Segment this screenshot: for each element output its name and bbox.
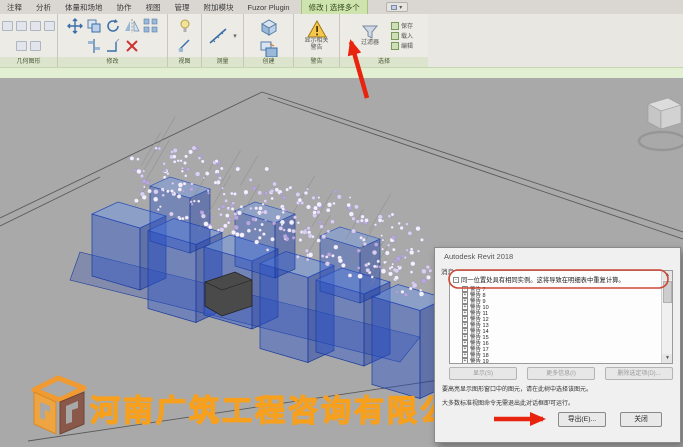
ribbon-tab[interactable]: 注释 — [0, 0, 29, 15]
dialog-title: Autodesk Revit 2018 — [435, 248, 680, 263]
selection-set-icon — [391, 22, 399, 30]
trim-icon[interactable] — [105, 38, 121, 54]
selection-set-button[interactable]: 编辑 — [391, 41, 413, 50]
viewcube[interactable] — [639, 98, 683, 150]
close-button[interactable]: 关闭 — [620, 412, 662, 427]
panel-label: 修改 — [58, 57, 167, 67]
move-icon[interactable] — [67, 18, 83, 34]
panel-label: 选择 — [340, 57, 428, 67]
panel-measure: ▾ 测量 — [202, 14, 244, 67]
geometry-tool-icon[interactable] — [2, 21, 13, 31]
selection-set-icon — [391, 42, 399, 50]
warning-button-label2: 警告 — [310, 45, 322, 52]
tree-scrollbar[interactable]: ▲ ▼ — [661, 271, 672, 363]
export-button[interactable]: 导出(E)... — [558, 412, 606, 427]
selection-set-button[interactable]: 载入 — [391, 31, 413, 40]
panel-label: 创建 — [244, 57, 293, 67]
selection-set-label: 编辑 — [401, 41, 413, 50]
selection-options-dropdown[interactable]: ▾ — [386, 2, 408, 12]
selection-set-label: 载入 — [401, 31, 413, 40]
ribbon-tab[interactable]: 协作 — [110, 0, 139, 15]
mirror-icon[interactable] — [124, 18, 140, 34]
warning-item-label: 警告 19 — [470, 357, 489, 364]
panel-modify: 修改 — [58, 14, 168, 67]
show-related-warnings-button[interactable]: 显示相关 警告 — [296, 20, 337, 51]
revit-warnings-dialog: Autodesk Revit 2018 消息 - 同一位置处具有相同实例。这将导… — [434, 247, 681, 443]
copy-icon[interactable] — [86, 18, 102, 34]
measure-icon[interactable] — [208, 25, 230, 47]
options-bar — [0, 67, 683, 78]
rotate-icon[interactable] — [105, 18, 121, 34]
panel-label: 测量 — [202, 57, 243, 67]
geometry-tool-icon[interactable] — [16, 41, 27, 51]
scrollbar-thumb[interactable] — [663, 281, 672, 303]
filter-button-label: 过滤器 — [361, 40, 379, 47]
expand-icon[interactable]: + — [462, 358, 468, 364]
warning-triangle-icon — [307, 20, 327, 38]
ribbon-tab[interactable]: 体量和场地 — [58, 0, 110, 15]
array-icon[interactable] — [143, 18, 159, 34]
panel-select: 过滤器 保存载入编辑 选择 — [340, 14, 428, 67]
ribbon-tab[interactable]: 附加模块 — [197, 0, 241, 15]
scroll-up-icon[interactable]: ▲ — [662, 271, 673, 280]
dialog-action-button[interactable]: 删除选定项(D)... — [605, 367, 673, 380]
building-model — [70, 177, 446, 399]
ribbon: 注释分析体量和场地协作视图管理附加模块Fuzor Plugin 修改 | 选择多… — [0, 0, 683, 78]
scroll-down-icon[interactable]: ▼ — [662, 354, 673, 363]
panel-create: 创建 — [244, 14, 294, 67]
warning-message: 同一位置处具有相同实例。这将导致在明细表中重复计算。 — [461, 275, 625, 284]
ribbon-tabs: 注释分析体量和场地协作视图管理附加模块Fuzor Plugin 修改 | 选择多… — [0, 0, 683, 14]
ribbon-tab-active[interactable]: 修改 | 选择多个 — [301, 0, 368, 15]
dialog-action-button[interactable]: 显示(S) — [449, 367, 517, 380]
funnel-icon — [361, 24, 379, 40]
lightbulb-icon[interactable] — [177, 18, 193, 34]
chevron-down-icon[interactable]: ▾ — [233, 32, 237, 40]
panel-label: 警告 — [294, 57, 339, 67]
panel-geometry: 几何图形 — [0, 14, 58, 67]
panel-label: 几何图形 — [0, 57, 57, 67]
ribbon-tab[interactable]: 管理 — [168, 0, 197, 15]
warnings-tree[interactable]: - 同一位置处具有相同实例。这将导致在明细表中重复计算。 +警告 7+警告 8+… — [449, 270, 673, 364]
selection-icon — [391, 5, 397, 10]
hint-line-2: 大多数标准视图命令无需退出此对话框即可运行。 — [442, 398, 574, 407]
panel-view: 视图 — [168, 14, 202, 67]
collapse-icon[interactable]: - — [453, 277, 459, 283]
ribbon-tab[interactable]: Fuzor Plugin — [241, 1, 297, 14]
ribbon-tab[interactable]: 视图 — [139, 0, 168, 15]
dialog-action-button[interactable]: 更多信息(I) — [527, 367, 595, 380]
align-icon[interactable] — [86, 38, 102, 54]
hint-line-1: 要高亮显示图形窗口中的图元，请在此树中选择该图元。 — [442, 384, 592, 393]
geometry-tool-icon[interactable] — [44, 21, 55, 31]
selection-set-label: 保存 — [401, 21, 413, 30]
filter-button[interactable]: 过滤器 — [355, 24, 385, 47]
chevron-down-icon: ▾ — [399, 4, 402, 11]
ribbon-tab[interactable]: 分析 — [29, 0, 58, 15]
panel-label: 视图 — [168, 57, 201, 67]
warning-tree-item[interactable]: +警告 19 — [453, 358, 661, 364]
geometry-tool-icon[interactable] — [16, 21, 27, 31]
selection-set-icon — [391, 32, 399, 40]
geometry-tool-icon[interactable] — [30, 41, 41, 51]
panel-warning: 显示相关 警告 警告 — [294, 14, 340, 67]
create-group-icon[interactable] — [258, 16, 280, 38]
geometry-tool-icon[interactable] — [30, 21, 41, 31]
hide-element-icon[interactable] — [177, 38, 193, 54]
selection-set-button[interactable]: 保存 — [391, 21, 413, 30]
delete-icon[interactable] — [124, 38, 140, 54]
